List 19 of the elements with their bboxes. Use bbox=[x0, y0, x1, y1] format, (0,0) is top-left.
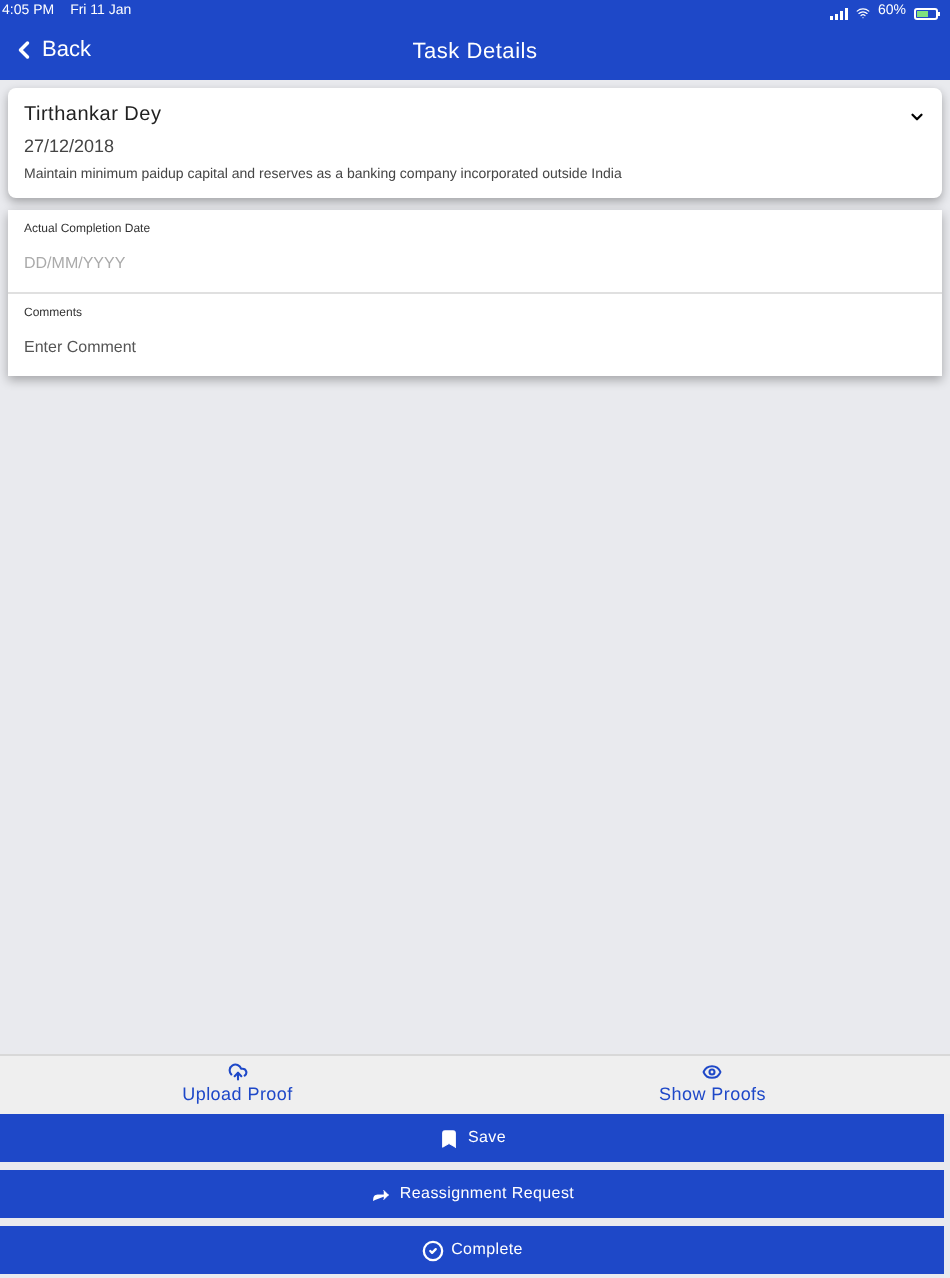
link-button[interactable]: Show Proofs bbox=[475, 1056, 950, 1114]
action-button[interactable]: Complete bbox=[0, 1226, 944, 1274]
wifi-icon bbox=[855, 6, 870, 20]
cloud-upload-icon bbox=[227, 1061, 248, 1082]
action-button[interactable]: Reassignment Request bbox=[0, 1170, 944, 1218]
action-button[interactable]: Save bbox=[0, 1114, 944, 1162]
assignee-name: Tirthankar Dey bbox=[24, 102, 164, 130]
expand-chevron-icon[interactable] bbox=[908, 108, 926, 126]
page-title: Task Details bbox=[412, 38, 538, 69]
check-circle-icon bbox=[421, 1239, 444, 1261]
back-button[interactable]: Back bbox=[10, 34, 91, 67]
eye-icon bbox=[702, 1061, 723, 1082]
input-field[interactable]: Enter Comment bbox=[24, 336, 926, 360]
link-button[interactable]: Upload Proof bbox=[0, 1056, 475, 1114]
input-field[interactable]: DD/MM/YYYY bbox=[24, 252, 926, 276]
bookmark-icon bbox=[437, 1127, 460, 1149]
task-date: 27/12/2018 bbox=[24, 134, 117, 160]
signal-icon bbox=[829, 7, 848, 19]
battery-icon bbox=[914, 7, 940, 19]
